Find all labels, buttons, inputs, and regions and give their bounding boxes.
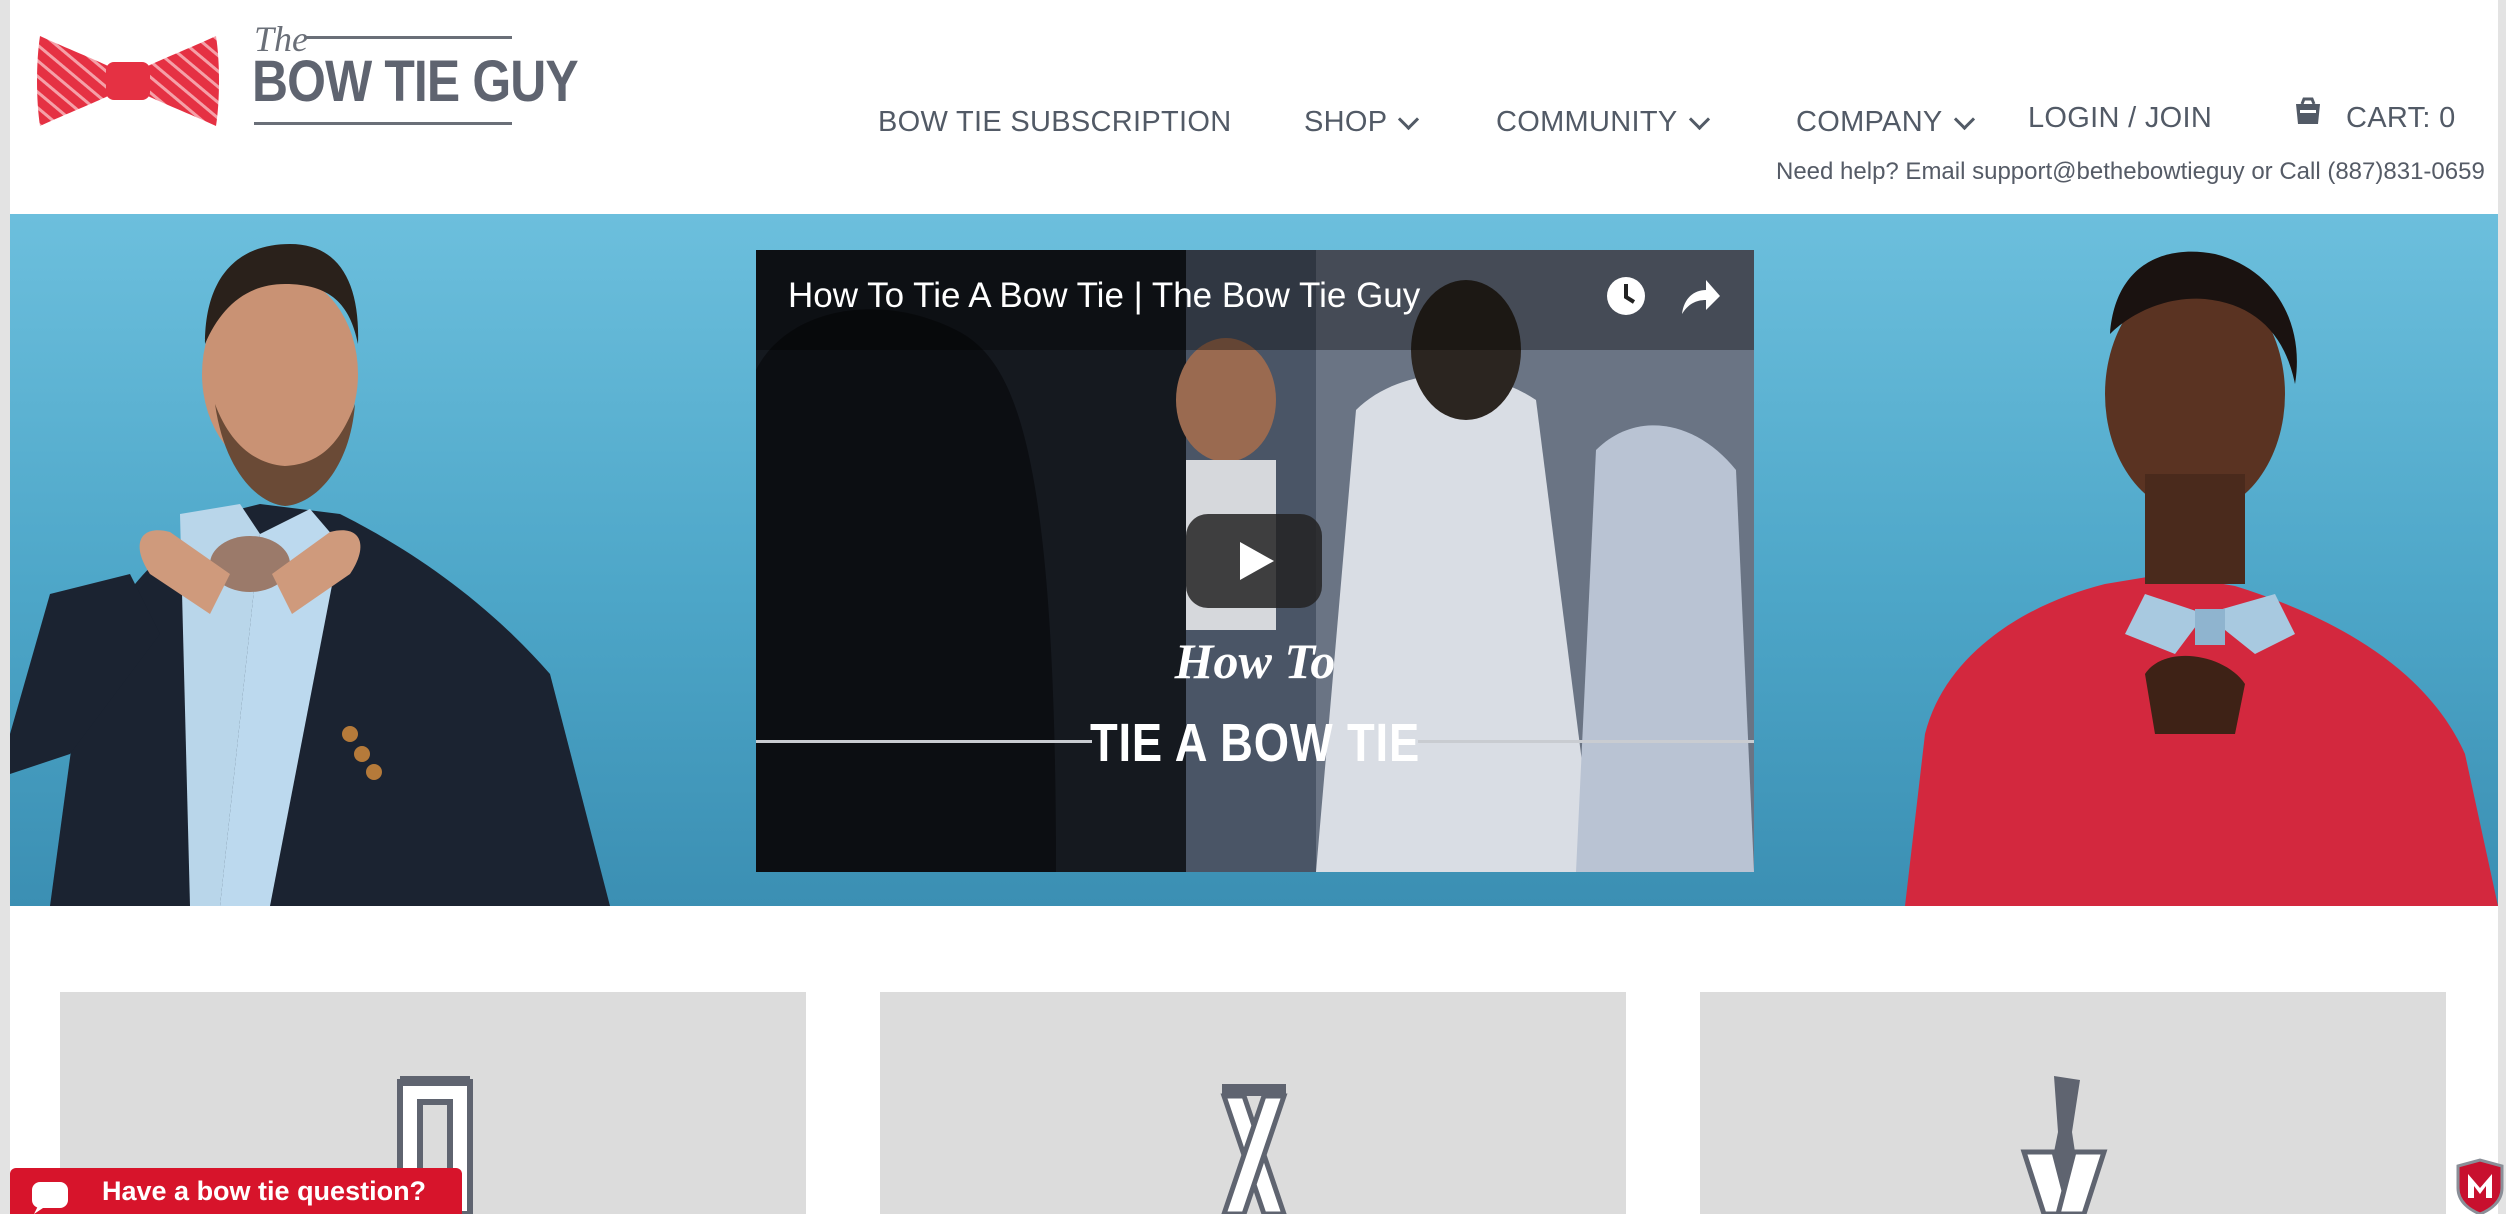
video-overlay-subheading: TIE A BOW TIE: [1089, 713, 1421, 773]
nav-community[interactable]: COMMUNITY: [1496, 100, 1710, 144]
hero-banner: How To Tie A Bow Tie | The Bow Tie Guy H…: [10, 214, 2498, 906]
hero-model-right-image: [1905, 251, 2498, 906]
chat-widget-button[interactable]: Have a bow tie question?: [10, 1168, 462, 1214]
chat-bubble-icon: [32, 1182, 68, 1214]
nav-login-join[interactable]: LOGIN / JOIN: [2028, 96, 2212, 140]
nav-company[interactable]: COMPANY: [1796, 100, 1975, 144]
nav-label: LOGIN / JOIN: [2028, 101, 2213, 134]
chevron-down-icon: [1398, 108, 1420, 130]
tie-step-3-icon: [2020, 1076, 2108, 1214]
cart-icon[interactable]: [2292, 96, 2324, 128]
left-frame: [0, 0, 10, 1214]
chat-label: Have a bow tie question?: [102, 1176, 427, 1206]
nav-shop[interactable]: SHOP: [1304, 100, 1420, 144]
nav-bow-tie-subscription[interactable]: BOW TIE SUBSCRIPTION: [878, 100, 1232, 144]
video-overlay-heading: How To: [1174, 633, 1336, 689]
play-button[interactable]: [1186, 514, 1322, 608]
right-frame: [2498, 0, 2506, 1214]
step-card-2[interactable]: [880, 992, 1626, 1214]
chevron-down-icon: [1953, 108, 1975, 130]
nav-label: BOW TIE SUBSCRIPTION: [878, 105, 1232, 138]
chevron-down-icon: [1688, 108, 1710, 130]
watch-later-icon[interactable]: [1604, 274, 1648, 318]
site-logo[interactable]: The BOW TIE GUY: [36, 18, 579, 138]
tie-step-2-icon: [1220, 1084, 1288, 1214]
nav-cart[interactable]: CART: 0: [2346, 96, 2456, 140]
logo-wordmark: BOW TIE GUY: [252, 49, 579, 114]
nav-label: SHOP: [1304, 105, 1388, 138]
bow-tie-icon: [37, 36, 219, 126]
mcafee-icon[interactable]: [2454, 1158, 2506, 1214]
help-text: Need help? Email support@bethebowtieguy …: [1776, 158, 2485, 185]
youtube-video-player[interactable]: How To Tie A Bow Tie | The Bow Tie Guy H…: [756, 250, 1754, 872]
play-icon: [1240, 542, 1274, 580]
share-icon[interactable]: [1678, 276, 1722, 318]
video-title[interactable]: How To Tie A Bow Tie | The Bow Tie Guy: [788, 276, 1420, 316]
logo-rule: [254, 122, 512, 125]
logo-rule: [306, 36, 512, 39]
step-card-3[interactable]: [1700, 992, 2446, 1214]
nav-label: COMPANY: [1796, 105, 1943, 138]
hero-model-left-image: [10, 244, 610, 906]
cart-label: CART: 0: [2346, 101, 2456, 134]
nav-label: COMMUNITY: [1496, 105, 1678, 138]
